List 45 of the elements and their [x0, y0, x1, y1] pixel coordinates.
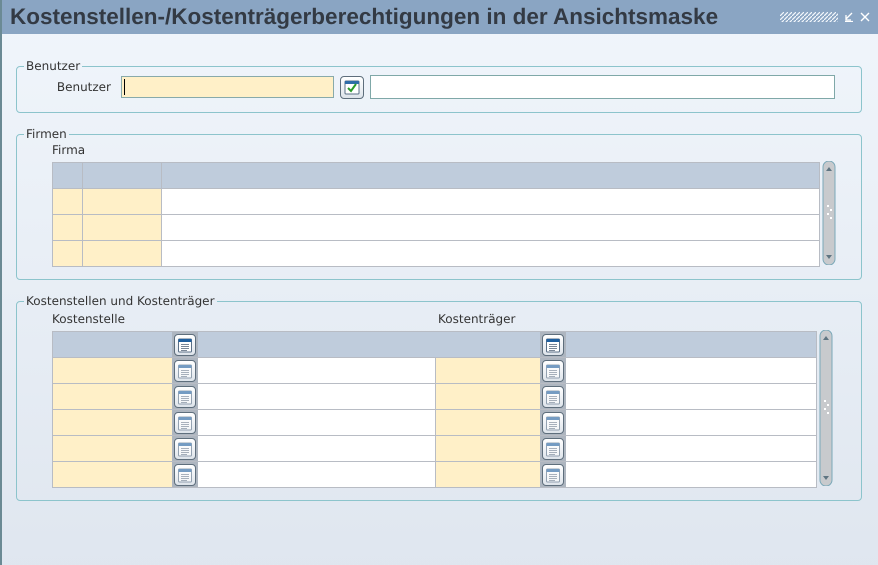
table-cell[interactable]: [53, 215, 82, 240]
group-title: Firmen: [25, 127, 68, 141]
list-icon[interactable]: [542, 464, 564, 486]
table-cell[interactable]: [83, 241, 161, 266]
table-cell[interactable]: [435, 384, 540, 409]
list-icon[interactable]: [174, 386, 196, 408]
scrollbar[interactable]: [822, 161, 836, 265]
table-cell[interactable]: [53, 241, 82, 266]
field-label: Benutzer: [56, 80, 111, 94]
table-cell[interactable]: [53, 410, 172, 435]
list-icon[interactable]: [174, 412, 196, 434]
table-cell[interactable]: [53, 462, 172, 487]
column-label: Kostenstelle: [52, 312, 126, 326]
user-name-field[interactable]: [370, 75, 835, 99]
table-cell[interactable]: [53, 436, 172, 461]
group-title: Kostenstellen und Kostenträger: [25, 294, 216, 308]
table-cell[interactable]: [53, 358, 172, 383]
list-icon[interactable]: [174, 360, 196, 382]
group-title: Benutzer: [25, 59, 82, 73]
list-icon[interactable]: [542, 386, 564, 408]
list-icon[interactable]: [542, 412, 564, 434]
table-cell[interactable]: [53, 189, 82, 214]
user-input-field[interactable]: [121, 76, 334, 98]
window-title: Kostenstellen-/Kostenträgerberechtigungen in der Ansichtsmaske: [10, 4, 718, 30]
list-icon[interactable]: [542, 334, 564, 356]
calendar-check-icon[interactable]: [340, 76, 364, 98]
list-icon[interactable]: [174, 334, 196, 356]
scrollbar[interactable]: [819, 330, 833, 486]
column-label: Kostenträger: [438, 312, 516, 326]
table-cell[interactable]: [435, 436, 540, 461]
close-icon[interactable]: [860, 12, 870, 22]
grip-icon: [780, 12, 838, 22]
list-icon[interactable]: [174, 438, 196, 460]
table-cell[interactable]: [83, 189, 161, 214]
list-icon[interactable]: [174, 464, 196, 486]
table-cell[interactable]: [83, 215, 161, 240]
table-cell[interactable]: [435, 410, 540, 435]
list-icon[interactable]: [542, 438, 564, 460]
column-label: Firma: [52, 143, 86, 157]
header-cell: [53, 163, 82, 188]
list-icon[interactable]: [542, 360, 564, 382]
table-cell[interactable]: [53, 384, 172, 409]
table-cell[interactable]: [435, 358, 540, 383]
table-cell[interactable]: [435, 462, 540, 487]
minimize-icon[interactable]: [844, 12, 854, 22]
